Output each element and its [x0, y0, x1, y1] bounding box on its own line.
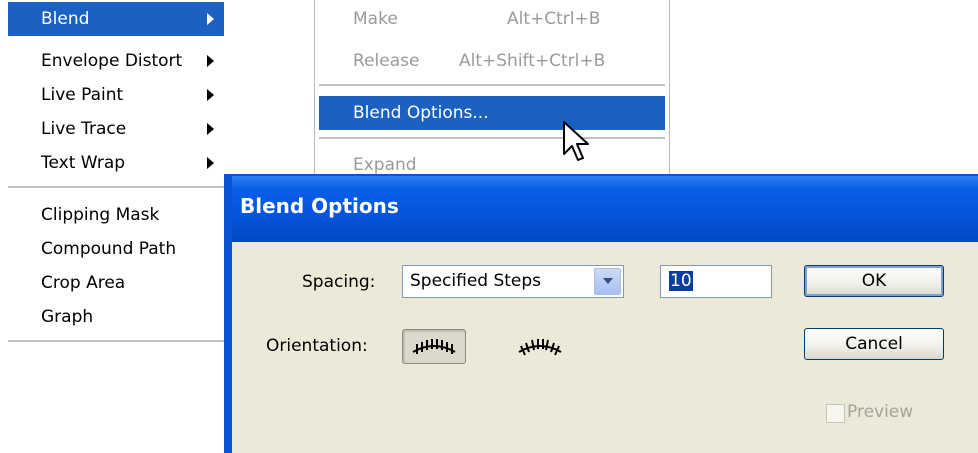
menu-item-label: Graph — [41, 307, 94, 327]
menu-separator — [8, 340, 232, 342]
submenu-item-label: Expand — [353, 155, 417, 175]
blend-options-dialog: Blend Options Spacing: Specified Steps 1… — [224, 174, 978, 453]
orientation-align-to-path-button[interactable] — [508, 329, 572, 364]
orientation-label: Orientation: — [266, 336, 368, 356]
dialog-title: Blend Options — [240, 194, 399, 218]
context-menu: Blend Envelope Distort Live Paint Live T… — [0, 0, 232, 453]
menu-separator — [319, 84, 665, 86]
submenu-item-make[interactable]: Make Alt+Ctrl+B — [319, 2, 665, 36]
spacing-dropdown[interactable]: Specified Steps — [402, 265, 624, 298]
menu-item-label: Live Trace — [41, 119, 127, 139]
menu-item-text-wrap[interactable]: Text Wrap — [8, 146, 224, 180]
orientation-align-to-page-button[interactable] — [402, 329, 466, 364]
menu-item-live-paint[interactable]: Live Paint — [8, 78, 224, 112]
menu-item-crop-area[interactable]: Crop Area — [8, 266, 224, 300]
submenu-item-label: Release — [353, 51, 420, 71]
menu-item-label: Clipping Mask — [41, 205, 160, 225]
blend-submenu: Make Alt+Ctrl+B Release Alt+Shift+Ctrl+B… — [314, 0, 670, 175]
submenu-item-blend-options[interactable]: Blend Options... — [319, 96, 665, 130]
menu-item-live-trace[interactable]: Live Trace — [8, 112, 224, 146]
menu-separator — [319, 137, 665, 139]
submenu-arrow-icon — [207, 55, 214, 67]
menu-item-label: Blend — [41, 9, 90, 29]
menu-item-label: Text Wrap — [41, 153, 126, 173]
submenu-item-label: Blend Options... — [353, 103, 489, 123]
dialog-title-bar[interactable]: Blend Options — [232, 176, 978, 242]
submenu-arrow-icon — [207, 157, 214, 169]
spacing-label: Spacing: — [302, 272, 376, 292]
shortcut-label: Alt+Shift+Ctrl+B — [459, 51, 606, 71]
steps-value: 10 — [669, 271, 693, 291]
shortcut-label: Alt+Ctrl+B — [507, 9, 601, 29]
preview-checkbox[interactable] — [826, 404, 845, 423]
ok-button[interactable]: OK — [804, 265, 944, 297]
align-to-page-icon — [412, 339, 456, 354]
spacing-selected-value: Specified Steps — [410, 271, 542, 291]
menu-item-label: Envelope Distort — [41, 51, 183, 71]
cancel-button[interactable]: Cancel — [804, 328, 944, 360]
menu-item-label: Compound Path — [41, 239, 177, 259]
submenu-item-label: Make — [353, 9, 398, 29]
menu-item-envelope-distort[interactable]: Envelope Distort — [8, 44, 224, 78]
menu-item-clipping-mask[interactable]: Clipping Mask — [8, 198, 224, 232]
mouse-cursor-icon — [563, 121, 589, 161]
menu-item-blend[interactable]: Blend — [8, 2, 224, 36]
submenu-arrow-icon — [207, 89, 214, 101]
menu-item-label: Live Paint — [41, 85, 124, 105]
submenu-arrow-icon — [207, 13, 214, 25]
submenu-item-release[interactable]: Release Alt+Shift+Ctrl+B — [319, 44, 665, 78]
chevron-down-icon[interactable] — [594, 268, 621, 295]
menu-item-label: Crop Area — [41, 273, 126, 293]
submenu-arrow-icon — [207, 123, 214, 135]
steps-input[interactable]: 10 — [660, 265, 772, 298]
preview-label: Preview — [847, 402, 914, 422]
menu-item-graph[interactable]: Graph — [8, 300, 224, 334]
menu-separator — [8, 186, 232, 188]
menu-item-compound-path[interactable]: Compound Path — [8, 232, 224, 266]
align-to-path-icon — [518, 339, 562, 356]
